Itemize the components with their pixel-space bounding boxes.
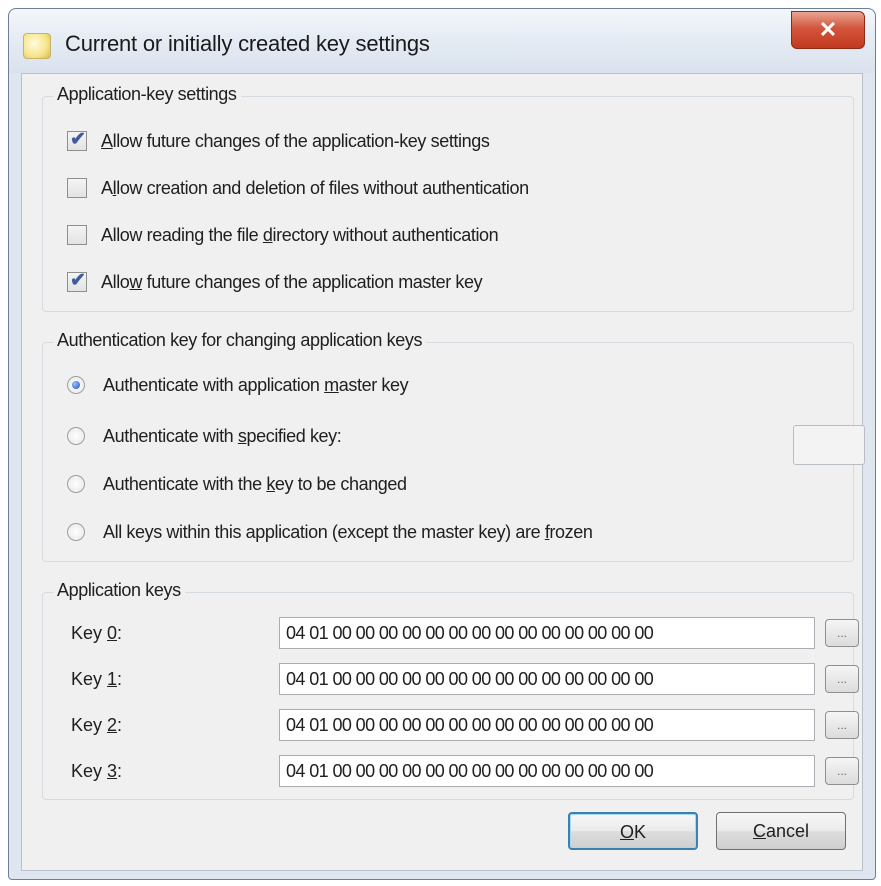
key-3-label: Key 3: [71,761,123,781]
radio-keys-frozen[interactable] [67,523,85,541]
dialog-window: Current or initially created key setting… [8,8,876,880]
key-0-label: Key 0: [71,623,123,643]
key-3-edit-button[interactable]: ... [825,757,859,785]
radio-label: Authenticate with specified key: [103,425,342,446]
radio-auth-master-key[interactable] [67,376,85,394]
group-title-auth-key: Authentication key for changing applicat… [53,330,427,351]
group-title-app-keys: Application keys [53,580,185,601]
auth-key-group: Authentication key for changing applicat… [42,330,865,562]
cancel-button[interactable]: Cancel [716,812,846,850]
option-allow-read-directory[interactable]: Allow reading the file directory without… [67,221,499,249]
checkbox-allow-key-settings-changes[interactable]: ✔ [67,129,87,151]
radio-label: All keys within this application (except… [103,521,593,542]
key-2-edit-button[interactable]: ... [825,711,859,739]
option-keys-frozen[interactable]: All keys within this application (except… [67,518,593,546]
option-allow-key-settings-changes[interactable]: ✔ Allow future changes of the applicatio… [67,127,490,155]
radio-auth-key-to-be-changed[interactable] [67,475,85,493]
title-bar[interactable]: Current or initially created key setting… [9,9,875,73]
option-auth-master-key[interactable]: Authenticate with application master key [67,371,409,399]
radio-label: Authenticate with the key to be changed [103,473,407,494]
radio-auth-specified-key[interactable] [67,427,85,445]
checkmark-icon: ✔ [70,270,86,291]
option-auth-key-to-be-changed[interactable]: Authenticate with the key to be changed [67,470,407,498]
key-1-label: Key 1: [71,669,123,689]
app-key-settings-group: Application-key settings ✔ Allow future … [42,84,854,312]
key-2-label: Key 2: [71,715,123,735]
radio-label: Authenticate with application master key [103,374,409,395]
key-1-edit-button[interactable]: ... [825,665,859,693]
checkbox-label: Allow future changes of the application-… [101,130,490,151]
checkbox-label: Allow future changes of the application … [101,271,483,292]
window-title: Current or initially created key setting… [65,31,430,56]
ok-button[interactable]: OK [568,812,698,850]
checkbox-allow-master-key-changes[interactable]: ✔ [67,270,87,292]
app-icon [23,33,51,59]
close-button[interactable]: ✕ [791,11,865,49]
key-1-input[interactable]: 04 01 00 00 00 00 00 00 00 00 00 00 00 0… [279,663,815,695]
key-3-input[interactable]: 04 01 00 00 00 00 00 00 00 00 00 00 00 0… [279,755,815,787]
checkbox-label: Allow creation and deletion of files wit… [101,177,529,198]
option-auth-specified-key[interactable]: Authenticate with specified key: [67,422,342,450]
option-allow-create-delete-files[interactable]: Allow creation and deletion of files wit… [67,174,529,202]
checkbox-allow-read-directory[interactable] [67,225,87,245]
key-2-input[interactable]: 04 01 00 00 00 00 00 00 00 00 00 00 00 0… [279,709,815,741]
option-allow-master-key-changes[interactable]: ✔ Allow future changes of the applicatio… [67,268,483,296]
checkbox-allow-create-delete-files[interactable] [67,178,87,198]
key-0-input[interactable]: 04 01 00 00 00 00 00 00 00 00 00 00 00 0… [279,617,815,649]
group-title-app-key-settings: Application-key settings [53,84,241,105]
key-0-edit-button[interactable]: ... [825,619,859,647]
dialog-client-area: Application-key settings ✔ Allow future … [21,73,865,871]
checkbox-label: Allow reading the file directory without… [101,224,499,245]
close-icon: ✕ [818,17,838,42]
app-keys-group: Application keys Key 0: 04 01 00 00 00 0… [42,580,859,800]
checkmark-icon: ✔ [70,129,86,150]
specified-key-selector[interactable] [793,425,865,465]
